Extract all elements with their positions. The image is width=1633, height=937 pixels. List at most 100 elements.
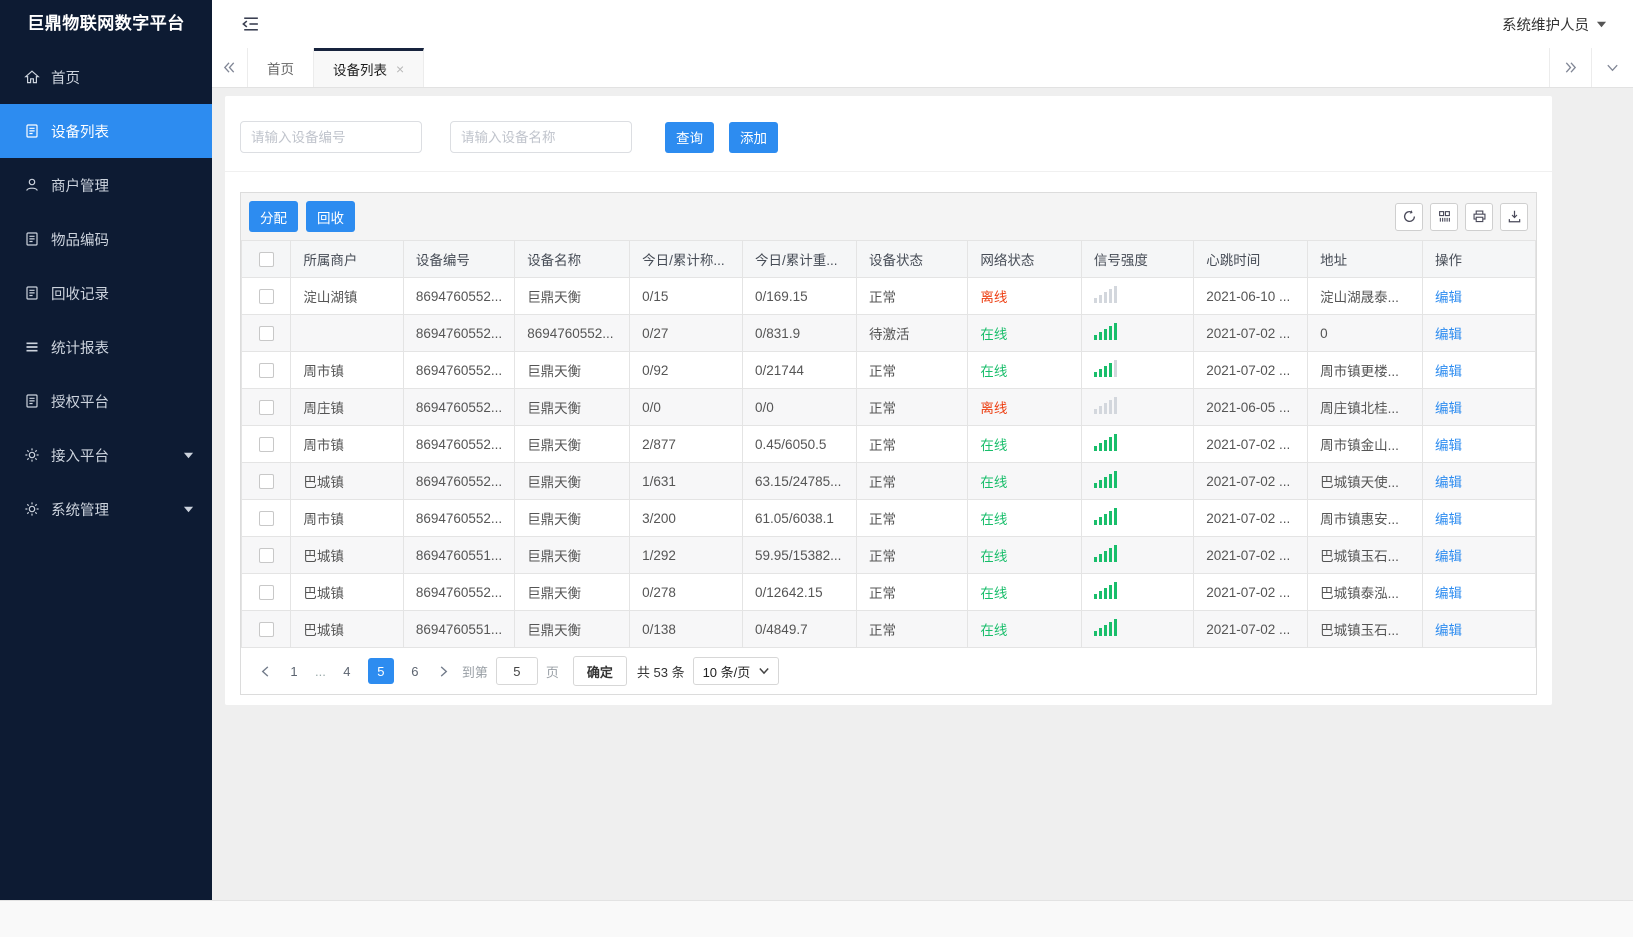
query-button[interactable]: 查询 [665, 121, 714, 153]
row-checkbox[interactable] [258, 547, 274, 563]
goto-label: 到第 [461, 664, 488, 680]
table-head: 所属商户 设备编号 设备名称 今日/累计称... 今日/累计重... 设备状态 网络状态 信号… [240, 240, 1537, 278]
row-checkbox[interactable] [258, 621, 274, 637]
tab-device-list[interactable]: 设备列表 × [314, 48, 425, 87]
confirm-button[interactable]: 确定 [572, 656, 627, 686]
horizontal-scrollbar[interactable] [0, 900, 1633, 937]
column-header-6: 网络状态 [967, 240, 1082, 278]
column-header-1: 设备编号 [402, 240, 516, 278]
tab-label: 设备列表 [333, 63, 387, 78]
table-row: 巴城镇 8694760551... 巨鼎天衡 1/292 59.95/15382... 正… [240, 536, 1537, 574]
row-checkbox[interactable] [258, 362, 274, 378]
device-status-cell: 正常 [855, 425, 969, 463]
today-count-cell: 0/92 [629, 351, 744, 389]
page-button-4[interactable]: 4 [334, 658, 360, 684]
device-status-cell: 正常 [855, 462, 969, 500]
double-chevron-left-icon [222, 60, 237, 75]
edit-link[interactable]: 编辑 [1435, 401, 1462, 416]
select-all-checkbox[interactable] [258, 251, 274, 267]
today-weight-cell: 61.05/6038.1 [742, 499, 857, 537]
tab-label: 首页 [267, 61, 294, 77]
device-no-cell: 8694760551... [402, 536, 516, 574]
edit-link[interactable]: 编辑 [1435, 623, 1462, 638]
device-no-input[interactable] [240, 121, 422, 153]
address-cell: 巴城镇泰泓... [1307, 573, 1423, 611]
heartbeat-cell: 2021-07-02 ... [1193, 462, 1309, 500]
tabs-scroll-left-button[interactable] [212, 48, 248, 87]
column-header-9: 地址 [1307, 240, 1423, 278]
table-toolbar-icons [1395, 202, 1528, 231]
sidebar-item-system-manage[interactable]: 系统管理 [0, 482, 212, 536]
page-button-5[interactable]: 5 [367, 658, 394, 684]
device-status-cell: 正常 [855, 388, 969, 426]
edit-link[interactable]: 编辑 [1435, 290, 1462, 305]
sidebar-item-merchant-manage[interactable]: 商户管理 [0, 158, 212, 212]
user-menu[interactable]: 系统维护人员 [1502, 14, 1607, 35]
today-weight-cell: 0/12642.15 [742, 573, 857, 611]
device-name-cell: 巨鼎天衡 [514, 351, 631, 389]
recycle-button[interactable]: 回收 [306, 201, 355, 232]
sidebar-item-authorize-platform[interactable]: 授权平台 [0, 374, 212, 428]
heartbeat-cell: 2021-06-10 ... [1193, 277, 1309, 315]
column-header-7: 信号强度 [1080, 240, 1195, 278]
app-window: 巨鼎物联网数字平台 首页 设备列表 商户管理 物品编码 回收记录 统计报表 授权平台 接入平台… [0, 0, 1633, 900]
edit-link[interactable]: 编辑 [1435, 438, 1462, 453]
row-checkbox[interactable] [258, 288, 274, 304]
row-checkbox[interactable] [258, 510, 274, 526]
add-button[interactable]: 添加 [729, 121, 778, 153]
refresh-icon [1402, 209, 1417, 224]
columns-button[interactable] [1430, 202, 1458, 231]
column-header-4: 今日/累计重... [742, 240, 857, 278]
table-row: 巴城镇 8694760551... 巨鼎天衡 0/138 0/4849.7 正常 在线 202… [240, 610, 1537, 648]
today-weight-cell: 0/169.15 [742, 277, 857, 315]
user-name: 系统维护人员 [1502, 17, 1589, 34]
device-name-cell: 巨鼎天衡 [514, 499, 631, 537]
sidebar-item-access-platform[interactable]: 接入平台 [0, 428, 212, 482]
row-checkbox[interactable] [258, 584, 274, 600]
page-button-1[interactable]: 1 [281, 658, 307, 684]
goto-page-input[interactable] [495, 657, 538, 685]
pagination-prev-button[interactable] [253, 658, 277, 684]
edit-link[interactable]: 编辑 [1435, 364, 1462, 379]
row-checkbox[interactable] [258, 473, 274, 489]
device-name-input[interactable] [450, 121, 632, 153]
tabs-scroll-right-button[interactable] [1549, 48, 1591, 87]
sidebar-item-device-list[interactable]: 设备列表 [0, 104, 212, 158]
sidebar-item-recycle-records[interactable]: 回收记录 [0, 266, 212, 320]
device-status-cell: 待激活 [855, 314, 969, 352]
today-count-cell: 1/292 [629, 536, 744, 574]
network-status: 在线 [980, 623, 1008, 638]
print-button[interactable] [1465, 202, 1493, 231]
edit-link[interactable]: 编辑 [1435, 475, 1462, 490]
heartbeat-cell: 2021-07-02 ... [1193, 573, 1309, 611]
table-row: 淀山湖镇 8694760552... 巨鼎天衡 0/15 0/169.15 正常 离线 202… [240, 277, 1537, 315]
row-checkbox[interactable] [258, 436, 274, 452]
page-size-select[interactable]: 10 条/页 [692, 657, 780, 685]
edit-link[interactable]: 编辑 [1435, 327, 1462, 342]
device-name-cell: 8694760552... [514, 314, 631, 352]
merchant-cell [290, 314, 404, 352]
device-name-cell: 巨鼎天衡 [514, 610, 631, 648]
edit-link[interactable]: 编辑 [1435, 549, 1462, 564]
refresh-button[interactable] [1395, 202, 1423, 231]
table-row: 周市镇 8694760552... 巨鼎天衡 0/92 0/21744 正常 在线 2021-… [240, 351, 1537, 389]
row-checkbox[interactable] [258, 399, 274, 415]
tabs-menu-button[interactable] [1591, 48, 1633, 87]
edit-link[interactable]: 编辑 [1435, 586, 1462, 601]
edit-link[interactable]: 编辑 [1435, 512, 1462, 527]
today-weight-cell: 63.15/24785... [742, 462, 857, 500]
today-count-cell: 1/631 [629, 462, 744, 500]
collapse-sidebar-icon[interactable] [240, 15, 261, 33]
merchant-cell: 周市镇 [290, 351, 404, 389]
sidebar-item-statistics-report[interactable]: 统计报表 [0, 320, 212, 374]
assign-button[interactable]: 分配 [249, 201, 298, 232]
tab-home[interactable]: 首页 [248, 48, 314, 87]
export-button[interactable] [1500, 202, 1528, 231]
device-no-cell: 8694760552... [402, 388, 516, 426]
sidebar-item-home[interactable]: 首页 [0, 50, 212, 104]
sidebar-item-item-code[interactable]: 物品编码 [0, 212, 212, 266]
page-button-6[interactable]: 6 [402, 658, 428, 684]
row-checkbox[interactable] [258, 325, 274, 341]
tab-close-icon[interactable]: × [396, 62, 404, 76]
pagination-next-button[interactable] [432, 658, 456, 684]
